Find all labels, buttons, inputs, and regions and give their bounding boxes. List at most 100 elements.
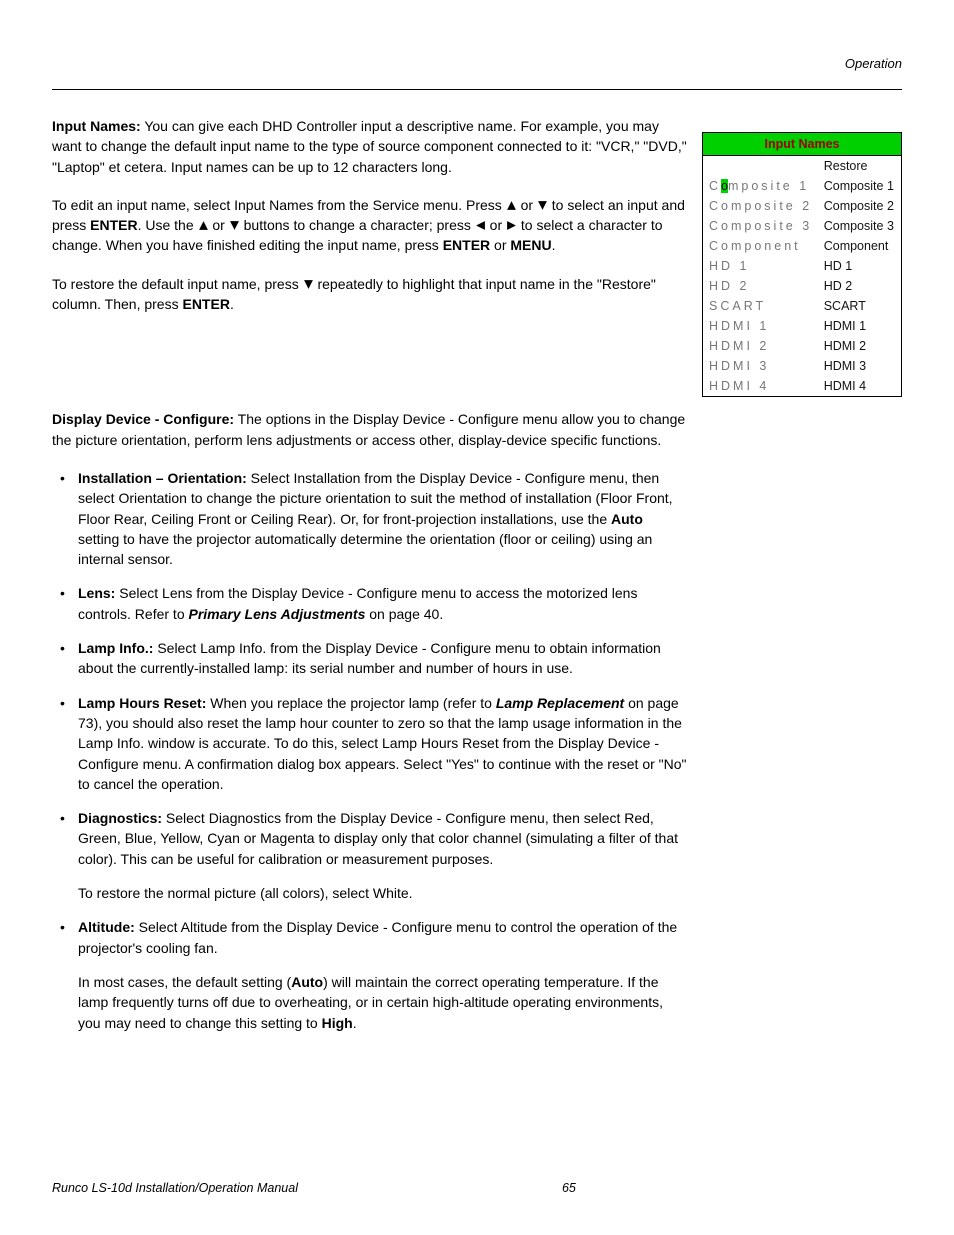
table-row: HDMI 3HDMI 3 <box>703 356 902 376</box>
enter-key: ENTER <box>182 296 229 312</box>
table-title: Input Names <box>703 133 902 156</box>
display-device-section: Display Device - Configure: The options … <box>52 409 688 1032</box>
table-row: Composite 1 Composite 1 <box>703 176 902 196</box>
input-names-table: Input Names Restore Composite 1 Composit… <box>702 132 902 397</box>
restore-cell: HDMI 2 <box>820 336 902 356</box>
restore-cell: HDMI 1 <box>820 316 902 336</box>
content: Input Names: You can give each DHD Contr… <box>52 116 902 1047</box>
item-heading: Lens: <box>78 585 115 601</box>
text: To edit an input name, select Input Name… <box>52 197 506 213</box>
list-item: Lens: Select Lens from the Display Devic… <box>52 583 688 624</box>
arrow-left-icon <box>475 220 486 231</box>
table-row: HDMI 1HDMI 1 <box>703 316 902 336</box>
high-label: High <box>322 1015 353 1031</box>
display-device-heading: Display Device - Configure: <box>52 411 234 427</box>
input-names-heading: Input Names: <box>52 118 141 134</box>
item-heading: Altitude: <box>78 919 135 935</box>
input-names-table-wrap: Input Names Restore Composite 1 Composit… <box>702 132 902 397</box>
text: Select Altitude from the Display Device … <box>78 919 677 955</box>
enter-key: ENTER <box>90 217 137 233</box>
restore-header: Restore <box>820 156 902 177</box>
text: or <box>212 217 228 233</box>
table-row: Restore <box>703 156 902 177</box>
cursor-char: o <box>721 179 728 193</box>
text: . <box>230 296 234 312</box>
table-row: HD 1HD 1 <box>703 256 902 276</box>
restore-cell: HDMI 4 <box>820 376 902 397</box>
arrow-up-icon <box>506 200 517 211</box>
text: setting to have the projector automatica… <box>78 531 652 567</box>
text: To restore the normal picture (all color… <box>78 883 688 903</box>
text: or <box>521 197 537 213</box>
char: C <box>709 179 721 193</box>
arrow-up-icon <box>198 220 209 231</box>
text: . <box>552 237 556 253</box>
rule <box>52 89 902 90</box>
text: buttons to change a character; press <box>244 217 475 233</box>
auto-label: Auto <box>611 511 643 527</box>
editable-cell: Composite 3 <box>703 216 820 236</box>
table-row: HDMI 4HDMI 4 <box>703 376 902 397</box>
enter-key: ENTER <box>443 237 490 253</box>
list-item: Lamp Info.: Select Lamp Info. from the D… <box>52 638 688 679</box>
arrow-down-icon <box>303 279 314 290</box>
list-item: Altitude: Select Altitude from the Displ… <box>52 917 688 1032</box>
cross-ref: Lamp Replacement <box>496 695 624 711</box>
text: Select Diagnostics from the Display Devi… <box>78 810 678 867</box>
arrow-down-icon <box>229 220 240 231</box>
editable-cell: HD 1 <box>703 256 820 276</box>
arrow-down-icon <box>537 200 548 211</box>
input-names-p3: To restore the default input name, press… <box>52 274 688 315</box>
list-item: Installation – Orientation: Select Insta… <box>52 468 688 569</box>
footer-title: Runco LS-10d Installation/Operation Manu… <box>52 1181 298 1195</box>
editable-cell <box>703 156 820 177</box>
list-item: Diagnostics: Select Diagnostics from the… <box>52 808 688 903</box>
table-row: SCARTSCART <box>703 296 902 316</box>
cross-ref: Primary Lens Adjustments <box>189 606 366 622</box>
table-row: HD 2HD 2 <box>703 276 902 296</box>
restore-cell: Composite 2 <box>820 196 902 216</box>
item-heading: Installation – Orientation: <box>78 470 247 486</box>
footer-page: 65 <box>562 1181 576 1195</box>
restore-cell: SCART <box>820 296 902 316</box>
char: mposite 1 <box>728 179 809 193</box>
editable-cell: Component <box>703 236 820 256</box>
table-row: ComponentComponent <box>703 236 902 256</box>
input-names-p2: To edit an input name, select Input Name… <box>52 195 688 256</box>
editable-cell: HDMI 3 <box>703 356 820 376</box>
restore-cell: HD 2 <box>820 276 902 296</box>
arrow-right-icon <box>506 220 517 231</box>
restore-cell: Composite 3 <box>820 216 902 236</box>
editable-cell: HDMI 1 <box>703 316 820 336</box>
table-row: HDMI 2HDMI 2 <box>703 336 902 356</box>
restore-cell: HD 1 <box>820 256 902 276</box>
editable-cell: HD 2 <box>703 276 820 296</box>
text: When you replace the projector lamp (ref… <box>206 695 495 711</box>
text: To restore the default input name, press <box>52 276 303 292</box>
text: In most cases, the default setting ( <box>78 974 291 990</box>
page-footer: Runco LS-10d Installation/Operation Manu… <box>52 1181 902 1195</box>
text-column: Input Names: You can give each DHD Contr… <box>52 116 688 1047</box>
text: . <box>353 1015 357 1031</box>
menu-key: MENU <box>510 237 551 253</box>
auto-label: Auto <box>291 974 323 990</box>
display-device-intro: Display Device - Configure: The options … <box>52 409 688 450</box>
item-heading: Lamp Hours Reset: <box>78 695 206 711</box>
text: on page 40. <box>365 606 443 622</box>
section-header: Operation <box>52 56 902 71</box>
table-row: Composite 2Composite 2 <box>703 196 902 216</box>
editable-cell: HDMI 2 <box>703 336 820 356</box>
text: Select Lamp Info. from the Display Devic… <box>78 640 661 676</box>
text: . Use the <box>138 217 198 233</box>
text: or <box>494 237 510 253</box>
restore-cell: Composite 1 <box>820 176 902 196</box>
editable-cell: SCART <box>703 296 820 316</box>
table-row: Composite 3Composite 3 <box>703 216 902 236</box>
item-heading: Diagnostics: <box>78 810 162 826</box>
text: or <box>490 217 506 233</box>
restore-cell: Component <box>820 236 902 256</box>
bullet-list: Installation – Orientation: Select Insta… <box>52 468 688 1033</box>
input-names-p1: Input Names: You can give each DHD Contr… <box>52 116 688 177</box>
editable-cell: Composite 2 <box>703 196 820 216</box>
editable-cell-active: Composite 1 <box>703 176 820 196</box>
